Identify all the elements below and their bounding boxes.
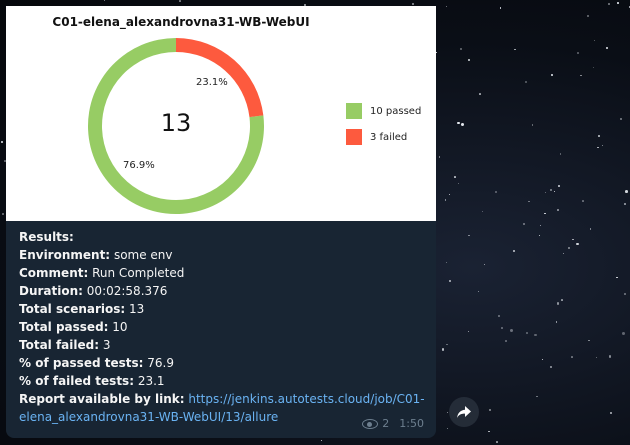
star	[541, 358, 543, 360]
star	[534, 334, 537, 337]
views-eye-icon	[362, 418, 379, 429]
total-passed-line: Total passed: 10	[19, 320, 128, 334]
results-text: Results: Environment: some env Comment: …	[19, 228, 429, 426]
view-count: 2	[382, 417, 390, 430]
message-time: 1:50	[399, 417, 424, 430]
total-failed-line: Total failed: 3	[19, 338, 111, 352]
star	[608, 355, 611, 358]
star	[522, 222, 526, 225]
share-button[interactable]	[449, 397, 479, 427]
star	[495, 190, 498, 193]
star	[624, 203, 626, 205]
star	[567, 246, 570, 249]
pct-failed-line: % of failed tests: 23.1	[19, 374, 165, 388]
star	[445, 5, 447, 8]
legend-failed: 3 failed	[346, 129, 407, 145]
star	[582, 200, 584, 202]
failed-swatch	[346, 129, 362, 145]
star	[576, 52, 579, 54]
star	[460, 122, 464, 126]
star	[468, 58, 470, 61]
message-meta: 2 1:50	[362, 417, 424, 430]
share-arrow-icon	[457, 406, 471, 418]
star	[497, 314, 500, 317]
legend-failed-label: 3 failed	[370, 131, 408, 143]
star	[616, 2, 619, 5]
star	[580, 74, 582, 77]
results-header: Results:	[19, 230, 74, 244]
message-bubble: C01-elena_alexandrovna31-WB-WebUI 13 23.…	[6, 6, 436, 438]
star	[558, 184, 560, 187]
star	[556, 302, 559, 305]
report-chart-image[interactable]: C01-elena_alexandrovna31-WB-WebUI 13 23.…	[6, 6, 436, 221]
total-scenarios-line: Total scenarios: 13	[19, 302, 145, 316]
failed-percent-label: 23.1%	[196, 77, 228, 88]
duration-line: Duration: 00:02:58.376	[19, 284, 168, 298]
star	[572, 238, 574, 241]
star	[412, 3, 414, 5]
passed-percent-label: 76.9%	[123, 160, 155, 171]
star	[528, 200, 530, 202]
star	[442, 348, 445, 351]
star	[1, 140, 4, 143]
star	[531, 124, 534, 126]
star	[556, 209, 559, 212]
star	[499, 7, 502, 9]
star	[549, 189, 552, 191]
star	[561, 299, 564, 301]
star	[444, 199, 447, 201]
legend-passed: 10 passed	[346, 103, 421, 119]
star	[559, 153, 561, 155]
star	[496, 441, 498, 443]
star	[619, 117, 622, 120]
star	[467, 330, 470, 332]
total-count: 13	[160, 109, 192, 137]
environment-line: Environment: some env	[19, 248, 173, 262]
star	[178, 0, 181, 2]
star	[479, 92, 481, 95]
passed-swatch	[346, 103, 362, 119]
pct-passed-line: % of passed tests: 76.9	[19, 356, 174, 370]
star	[1, 213, 4, 216]
comment-line: Comment: Run Completed	[19, 266, 185, 280]
star	[504, 339, 507, 342]
legend-passed-label: 10 passed	[370, 105, 422, 117]
star	[624, 190, 628, 193]
star	[598, 135, 600, 137]
star	[570, 356, 573, 358]
star	[624, 293, 626, 295]
